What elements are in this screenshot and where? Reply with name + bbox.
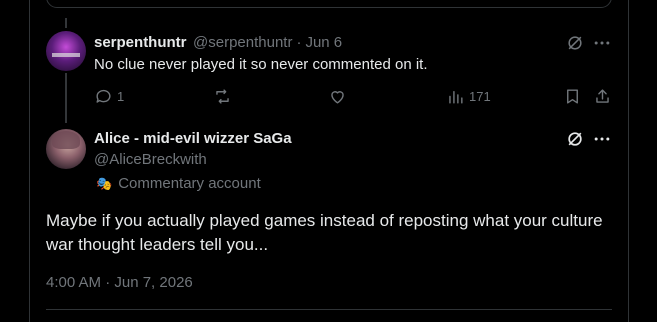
quoted-card-bottom-edge: [46, 0, 612, 8]
avatar-alicebreckwith[interactable]: [46, 129, 86, 169]
post-timestamp[interactable]: 4:00 AM · Jun 7, 2026: [46, 274, 193, 291]
more-options-button[interactable]: [592, 33, 612, 53]
account-label-text: Commentary account: [118, 175, 261, 192]
post-author-name[interactable]: Alice - mid-evil wizzer SaGa: [94, 130, 292, 147]
heart-icon: [331, 91, 344, 104]
post-text: Maybe if you actually played games inste…: [46, 211, 603, 254]
thread-line: [65, 73, 67, 123]
more-dots-icon: [594, 41, 610, 45]
reply-action[interactable]: 1: [94, 87, 124, 106]
theater-mask-icon: 🎭: [96, 175, 113, 191]
eye-slash-icon: [568, 132, 582, 146]
view-count: 171: [469, 89, 491, 104]
reply-text: No clue never played it so never comment…: [94, 56, 428, 73]
reply-count: 1: [117, 89, 125, 104]
bookmark-action[interactable]: [563, 87, 582, 106]
eye-slash-icon: [568, 36, 582, 50]
thread-line-top: [65, 18, 67, 28]
analytics-icon: [449, 91, 463, 104]
repost-action[interactable]: [213, 87, 236, 106]
reply-handle[interactable]: @serpenthuntr: [193, 34, 292, 51]
hide-post-button[interactable]: [565, 129, 585, 149]
views-action[interactable]: 171: [446, 87, 491, 106]
comment-icon: [96, 89, 111, 103]
bookmark-icon: [567, 89, 578, 104]
repost-icon: [216, 89, 229, 104]
reply-date[interactable]: Jun 6: [305, 34, 342, 51]
divider: [46, 309, 612, 310]
hide-reply-button[interactable]: [565, 33, 585, 53]
post-author-handle[interactable]: @AliceBreckwith: [94, 151, 207, 168]
more-dots-icon: [594, 137, 610, 141]
column-border-right: [628, 0, 629, 322]
share-icon: [596, 89, 609, 103]
reply-author-name[interactable]: serpenthuntr: [94, 34, 187, 51]
reply-meta: @serpenthuntr · Jun 6: [193, 34, 346, 51]
column-border-left: [29, 0, 30, 322]
more-options-button[interactable]: [592, 129, 612, 149]
account-label[interactable]: 🎭 Commentary account: [96, 175, 261, 192]
like-action[interactable]: [328, 87, 351, 106]
avatar-serpenthuntr[interactable]: [46, 31, 86, 71]
meta-separator: ·: [296, 34, 302, 51]
share-action[interactable]: [593, 87, 612, 106]
